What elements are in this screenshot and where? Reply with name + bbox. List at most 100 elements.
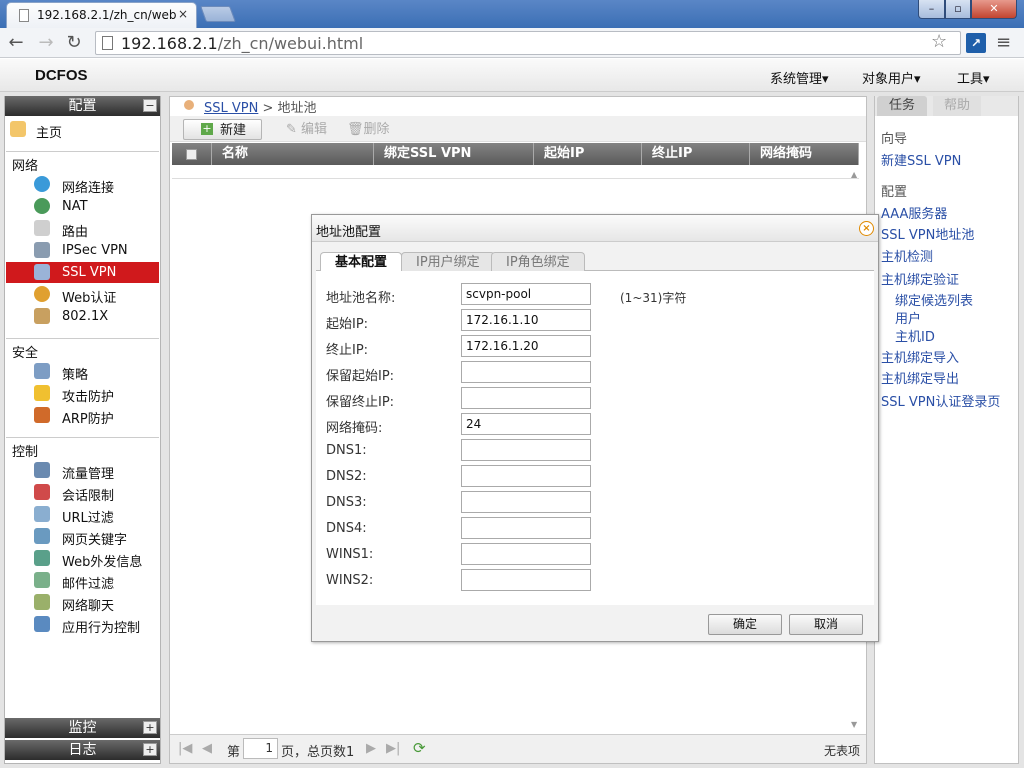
breadcrumb: SSL VPN > 地址池 — [204, 97, 317, 116]
dialog-close-icon[interactable]: × — [859, 221, 874, 236]
sidebar-item-arp-defense[interactable]: ARP防护 — [34, 405, 158, 427]
sidebar-header-label: 日志 — [68, 742, 97, 758]
sidebar-item-8021x[interactable]: 802.1X — [34, 306, 158, 327]
sidebar-item-home[interactable]: 主页 — [8, 119, 132, 141]
sidebar-item-web-keyword[interactable]: 网页关键字 — [34, 526, 158, 548]
sidebar-item-ssl-vpn[interactable]: SSL VPN — [6, 262, 159, 283]
sidebar-item-mail-filter[interactable]: 邮件过滤 — [34, 570, 158, 592]
page-number-input[interactable]: 1 — [243, 738, 278, 759]
dns1-input[interactable] — [461, 439, 591, 461]
vpn-icon — [34, 242, 50, 258]
link-host-binding-import[interactable]: 主机绑定导入 — [881, 347, 959, 366]
window-minimize-button[interactable]: – — [918, 0, 945, 19]
scroll-up-arrow-icon[interactable]: ▲ — [851, 170, 857, 179]
last-page-icon[interactable]: ▶| — [386, 741, 400, 756]
sidebar-item-web-outbound[interactable]: Web外发信息 — [34, 548, 158, 570]
sidebar-item-network-connection[interactable]: 网络连接 — [34, 174, 158, 196]
tab-tasks[interactable]: 任务 — [877, 96, 927, 116]
link-users[interactable]: 用户 — [895, 308, 921, 327]
tab-close-button[interactable]: × — [178, 7, 188, 21]
link-host-check[interactable]: 主机检测 — [881, 246, 933, 265]
bookmark-star-icon[interactable]: ☆ — [931, 31, 947, 52]
sidebar-item-attack-defense[interactable]: 攻击防护 — [34, 383, 158, 405]
sidebar-header-monitor[interactable]: 监控 + — [5, 718, 160, 738]
menu-object-users[interactable]: 对象用户▾ — [862, 68, 921, 87]
expand-icon[interactable]: + — [143, 721, 157, 734]
keyword-icon — [34, 528, 50, 544]
address-bar[interactable]: 192.168.2.1/zh_cn/webui.html — [95, 31, 961, 55]
menu-tools[interactable]: 工具▾ — [957, 68, 990, 87]
ok-button[interactable]: 确定 — [708, 614, 782, 635]
menu-system-admin[interactable]: 系统管理▾ — [770, 68, 829, 87]
wins1-input[interactable] — [461, 543, 591, 565]
link-ssl-vpn-login-page[interactable]: SSL VPN认证登录页 — [881, 391, 1000, 410]
next-page-icon[interactable]: ▶ — [366, 741, 376, 756]
prev-page-icon[interactable]: ◀ — [202, 741, 212, 756]
sidebar-item-nat[interactable]: NAT — [34, 196, 158, 217]
link-ssl-vpn-pool[interactable]: SSL VPN地址池 — [881, 224, 974, 243]
collapse-icon[interactable]: − — [143, 99, 157, 112]
sidebar-header-log[interactable]: 日志 + — [5, 740, 160, 760]
select-all-checkbox[interactable] — [186, 149, 197, 160]
refresh-icon[interactable]: ⟳ — [413, 739, 426, 757]
globe-icon — [34, 176, 50, 192]
sidebar-item-session-limit[interactable]: 会话限制 — [34, 482, 158, 504]
dialog-header[interactable] — [312, 215, 878, 242]
link-aaa-server[interactable]: AAA服务器 — [881, 203, 947, 222]
dns2-input[interactable] — [461, 465, 591, 487]
delete-button[interactable]: 🗑删除 — [347, 119, 390, 140]
new-tab-button[interactable] — [200, 6, 236, 22]
scroll-down-arrow-icon[interactable]: ▼ — [851, 720, 857, 729]
reserved-end-ip-input[interactable] — [461, 387, 591, 409]
url-filter-icon — [34, 506, 50, 522]
column-header-netmask[interactable]: 网络掩码 — [750, 143, 859, 165]
link-binding-candidates[interactable]: 绑定候选列表 — [895, 290, 973, 309]
tab-ip-role-binding[interactable]: IP角色绑定 — [491, 252, 585, 272]
window-maximize-button[interactable]: ▫ — [945, 0, 971, 19]
column-header-end-ip[interactable]: 终止IP — [642, 143, 750, 165]
column-header-bound-ssl-vpn[interactable]: 绑定SSL VPN — [374, 143, 534, 165]
new-button[interactable]: + 新建 — [183, 119, 262, 140]
wins2-input[interactable] — [461, 569, 591, 591]
sidebar-item-label: 流量管理 — [62, 467, 115, 482]
column-header-name[interactable]: 名称 — [212, 143, 374, 165]
link-new-ssl-vpn[interactable]: 新建SSL VPN — [881, 150, 961, 169]
first-page-icon[interactable]: |◀ — [178, 741, 192, 756]
tab-basic-config[interactable]: 基本配置 — [320, 252, 403, 273]
sidebar-item-url-filter[interactable]: URL过滤 — [34, 504, 158, 526]
ssl-vpn-icon — [34, 264, 50, 280]
dns4-input[interactable] — [461, 517, 591, 539]
back-icon[interactable]: ← — [6, 33, 26, 53]
link-host-binding-export[interactable]: 主机绑定导出 — [881, 368, 959, 387]
start-ip-input[interactable]: 172.16.1.10 — [461, 309, 591, 331]
browser-tab[interactable]: 192.168.2.1/zh_cn/webui × — [6, 2, 197, 28]
edit-button[interactable]: ✎ 编辑 — [286, 119, 327, 140]
menu-icon[interactable]: ≡ — [996, 32, 1011, 53]
sidebar-item-routing[interactable]: 路由 — [34, 218, 158, 240]
sidebar-header-config[interactable]: 配置 − — [5, 96, 160, 116]
sidebar-item-label: IPSec VPN — [62, 243, 128, 258]
reload-icon[interactable]: ↻ — [64, 33, 84, 53]
tab-help[interactable]: 帮助 — [933, 96, 981, 116]
sidebar-item-network-chat[interactable]: 网络聊天 — [34, 592, 158, 614]
cancel-button[interactable]: 取消 — [789, 614, 863, 635]
reserved-start-ip-input[interactable] — [461, 361, 591, 383]
expand-icon[interactable]: + — [143, 743, 157, 756]
tab-ip-user-binding[interactable]: IP用户绑定 — [401, 252, 495, 272]
extension-icon[interactable]: ↗ — [966, 33, 986, 53]
breadcrumb-link[interactable]: SSL VPN — [204, 101, 258, 116]
sidebar-item-web-auth[interactable]: Web认证 — [34, 284, 158, 306]
link-host-id[interactable]: 主机ID — [895, 326, 935, 345]
netmask-input[interactable]: 24 — [461, 413, 591, 435]
link-host-binding-verify[interactable]: 主机绑定验证 — [881, 269, 959, 288]
end-ip-input[interactable]: 172.16.1.20 — [461, 335, 591, 357]
forward-icon[interactable]: → — [36, 33, 56, 53]
sidebar-item-ipsec-vpn[interactable]: IPSec VPN — [34, 240, 158, 261]
sidebar-item-traffic-management[interactable]: 流量管理 — [34, 460, 158, 482]
sidebar-item-policy[interactable]: 策略 — [34, 361, 158, 383]
dns3-input[interactable] — [461, 491, 591, 513]
column-header-start-ip[interactable]: 起始IP — [534, 143, 642, 165]
window-close-button[interactable]: ✕ — [971, 0, 1017, 19]
pool-name-input[interactable]: scvpn-pool — [461, 283, 591, 305]
sidebar-item-app-behavior[interactable]: 应用行为控制 — [34, 614, 158, 636]
